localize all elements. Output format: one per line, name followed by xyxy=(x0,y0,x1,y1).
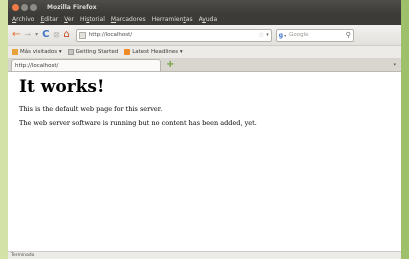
browser-window: Mozilla Firefox Archivo Editar Ver Histo… xyxy=(8,0,401,259)
menu-bar: Archivo Editar Ver Historial Marcadores … xyxy=(8,14,401,25)
maximize-window-button[interactable] xyxy=(30,3,37,11)
tab-localhost[interactable]: http://localhost/ xyxy=(11,59,161,71)
forward-arrow-icon[interactable]: → xyxy=(24,31,31,39)
menu-ayuda[interactable]: Ayuda xyxy=(199,16,218,23)
search-bar[interactable]: g ▾ Google ⚲ xyxy=(275,28,354,42)
bookmark-label: Más visitados ▾ xyxy=(20,49,62,55)
rss-icon xyxy=(124,49,131,55)
search-input[interactable]: Google xyxy=(289,32,346,38)
title-bar: Mozilla Firefox xyxy=(8,0,401,14)
bookmark-latest-headlines[interactable]: Latest Headlines ▾ xyxy=(124,49,183,55)
status-bar: Terminado xyxy=(8,251,401,259)
menu-archivo[interactable]: Archivo xyxy=(12,16,34,23)
bookmark-most-visited[interactable]: Más visitados ▾ xyxy=(12,49,62,55)
search-engine-dropdown-icon[interactable]: ▾ xyxy=(284,33,286,38)
site-identity-icon[interactable] xyxy=(78,31,86,39)
navigation-toolbar: ← → ▾ C ⦻ ⌂ http://localhost/ ☆ ▾ g ▾ Go… xyxy=(8,25,401,46)
menu-herramientas[interactable]: Herramientas xyxy=(152,16,193,23)
url-input[interactable]: http://localhost/ xyxy=(89,32,258,38)
google-icon[interactable]: g xyxy=(279,32,283,39)
tab-label: http://localhost/ xyxy=(15,62,59,69)
page-paragraph: This is the default web page for this se… xyxy=(19,105,163,113)
new-tab-icon[interactable]: + xyxy=(166,60,174,70)
page-icon xyxy=(67,49,74,55)
menu-marcadores[interactable]: Marcadores xyxy=(111,16,146,23)
minimize-window-button[interactable] xyxy=(21,3,28,11)
close-window-button[interactable] xyxy=(12,3,19,11)
url-bar[interactable]: http://localhost/ ☆ ▾ xyxy=(75,28,272,42)
bookmark-getting-started[interactable]: Getting Started xyxy=(67,49,119,55)
history-dropdown-icon[interactable]: ▾ xyxy=(35,32,38,38)
status-text: Terminado xyxy=(11,253,35,258)
tab-list-icon[interactable]: ▾ xyxy=(393,62,396,68)
window-title: Mozilla Firefox xyxy=(47,3,97,11)
menu-ver[interactable]: Ver xyxy=(64,16,74,23)
reload-icon[interactable]: C xyxy=(42,30,49,40)
menu-editar[interactable]: Editar xyxy=(40,16,58,23)
bookmark-label: Latest Headlines ▾ xyxy=(132,49,183,55)
folder-icon xyxy=(12,49,18,55)
bookmark-star-icon[interactable]: ☆ xyxy=(258,31,264,39)
search-icon[interactable]: ⚲ xyxy=(346,31,351,39)
back-arrow-icon[interactable]: ← xyxy=(12,30,20,40)
stop-icon[interactable]: ⦻ xyxy=(53,30,59,40)
url-dropdown-icon[interactable]: ▾ xyxy=(266,32,269,38)
menu-historial[interactable]: Historial xyxy=(80,16,105,23)
tab-bar: http://localhost/ + ▾ xyxy=(8,59,401,72)
page-content: It works! This is the default web page f… xyxy=(8,72,401,251)
home-icon[interactable]: ⌂ xyxy=(63,30,69,40)
page-paragraph: The web server software is running but n… xyxy=(19,119,257,127)
page-heading: It works! xyxy=(19,77,105,97)
bookmarks-toolbar: Más visitados ▾ Getting Started Latest H… xyxy=(8,46,401,59)
bookmark-label: Getting Started xyxy=(75,49,119,55)
